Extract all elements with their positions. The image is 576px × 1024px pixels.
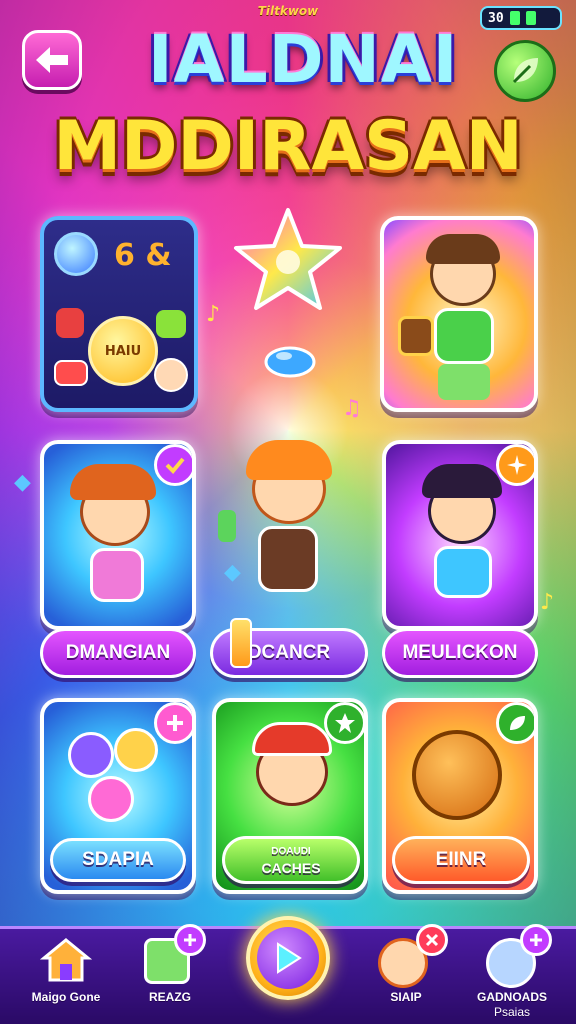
dmangian-button[interactable]: DMANGIAN (40, 628, 196, 678)
signal-bar-icon (509, 11, 520, 25)
eiinr-label: EIINR (435, 849, 487, 870)
boy-shorts (438, 364, 490, 400)
card-character-explorer[interactable] (380, 216, 538, 412)
hero-hair (246, 440, 332, 480)
bubble-icon (114, 728, 158, 772)
center-hero-character (218, 434, 358, 614)
game-title-line1: IALDNAI (148, 21, 459, 98)
card-dmangian[interactable] (40, 440, 196, 630)
leaf-icon (512, 58, 538, 84)
dancer-shirt (434, 546, 492, 598)
red-block-icon (54, 360, 88, 386)
plus-icon (184, 934, 196, 946)
boy-hair (426, 234, 500, 264)
meulickon-label: MEULICKON (402, 642, 518, 663)
card-meulickon[interactable] (382, 440, 538, 630)
sdapia-button[interactable]: SDAPIA (50, 838, 186, 882)
nav-shop-close-badge[interactable] (416, 924, 448, 956)
hero-wand (218, 510, 236, 542)
dcancr-label: DCANCR (247, 642, 331, 663)
card-star-badge[interactable] (324, 702, 364, 744)
bubble-icon (88, 776, 134, 822)
dancer-hair (422, 464, 502, 498)
star-icon (335, 713, 355, 733)
play-button[interactable] (246, 916, 330, 1000)
music-note-icon: ♫ (342, 396, 362, 421)
card-eiinr[interactable]: EIINR (382, 698, 538, 894)
nav-games[interactable]: REAZG (120, 924, 220, 1024)
card-badge[interactable] (154, 444, 192, 486)
music-note-icon: ♪ (206, 302, 221, 327)
dice-icon: 6 & (114, 238, 172, 273)
gem-icon: ◆ (224, 560, 241, 585)
sdapia-label: SDAPIA (82, 849, 154, 870)
back-button[interactable] (22, 30, 82, 90)
nav-home[interactable]: Maigo Gone (16, 930, 116, 1024)
nav-home-label: Maigo Gone (31, 990, 101, 1004)
bubble-icon (68, 732, 114, 778)
nav-shop-label: SIAIP (390, 990, 422, 1004)
boy-shirt (434, 308, 494, 364)
battery-bar-icon (525, 11, 536, 25)
nav-games-add-badge[interactable] (174, 924, 206, 956)
blue-gem-icon (264, 346, 316, 378)
gold-coin: HAIU (88, 316, 158, 386)
caches-label-line1: DOAUDI (271, 846, 311, 857)
status-indicator: 30 (480, 6, 562, 30)
caches-label-line2: CACHES (261, 860, 321, 876)
orb-icon (54, 232, 98, 276)
dmangian-label: DMANGIAN (65, 642, 171, 663)
card-add-badge[interactable] (154, 702, 192, 744)
gadget-icon (398, 316, 434, 356)
card-minigames-grid[interactable]: 6 & HAIU (40, 216, 198, 412)
girl-dress (90, 548, 144, 602)
card-leaf-badge[interactable] (496, 702, 534, 744)
pencil-icon (230, 618, 252, 668)
caches-button[interactable]: DOAUDI CACHES (222, 836, 360, 884)
close-icon (425, 933, 439, 947)
game-subtitle: Tiltkwow (257, 4, 319, 18)
nav-games-label: REAZG (149, 990, 191, 1004)
house-icon (40, 938, 92, 982)
hero-suit (258, 526, 318, 592)
check-icon (165, 457, 185, 474)
sparkle-icon (507, 455, 527, 475)
game-title-line2: MDDIRASAN (53, 107, 523, 186)
leaf-icon (510, 716, 525, 730)
girl-hair (70, 464, 156, 500)
arrow-left-icon (36, 47, 68, 73)
leaf-menu-button[interactable] (494, 40, 556, 102)
card-sdapia[interactable]: SDAPIA (40, 698, 196, 894)
avatar-face (154, 358, 188, 392)
play-icon (277, 942, 302, 974)
coin-text: HAIU (104, 343, 142, 359)
card-badge[interactable] (496, 444, 534, 486)
kid-helmet (252, 722, 332, 756)
nav-downloads-label-line2: Psaias (493, 1005, 531, 1019)
meulickon-button[interactable]: MEULICKON (382, 628, 538, 678)
gem-icon: ◆ (14, 470, 31, 495)
music-note-icon: ♪ (540, 590, 555, 615)
nav-downloads[interactable]: GADNOADS Psaias (462, 924, 562, 1024)
cookie-icon (412, 730, 502, 820)
play-button-inner (257, 927, 319, 989)
eiinr-button[interactable]: EIINR (392, 836, 530, 884)
plus-icon (167, 715, 183, 731)
nav-downloads-label-line1: GADNOADS (476, 990, 547, 1004)
rainbow-star-icon (234, 208, 342, 310)
nav-downloads-add-badge[interactable] (520, 924, 552, 956)
plus-icon (530, 934, 542, 946)
nav-shop[interactable]: SIAIP (356, 924, 456, 1024)
card-caches[interactable]: DOAUDI CACHES (212, 698, 368, 894)
status-number: 30 (488, 10, 504, 26)
apple-icon (156, 310, 186, 338)
strawberry-icon (56, 308, 84, 338)
